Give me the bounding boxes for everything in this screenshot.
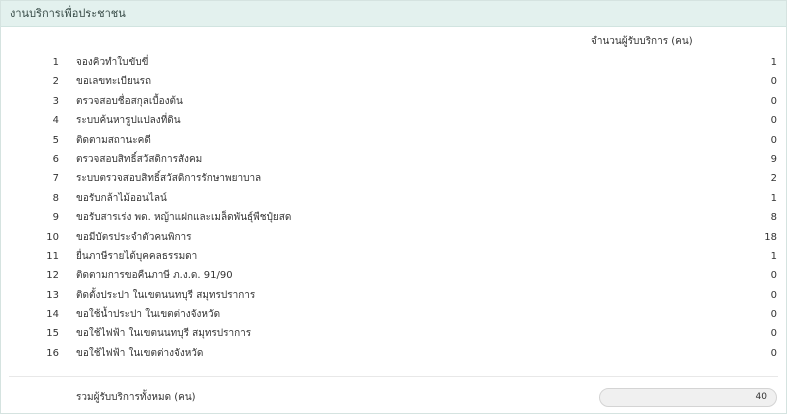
service-count: 1 [770,57,777,68]
row-number: 14 [46,309,59,321]
service-name: ติดตามสถานะคดี [76,134,151,146]
service-name: ติดตั้งประปา ในเขตนนทบุรี สมุทรปราการ [76,289,256,301]
row-number: 10 [46,231,59,243]
service-row: 8 ขอรับกล้าไม้ออนไลน์ 1 [1,192,788,211]
service-name: ขอใช้ไฟฟ้า ในเขตนนทบุรี สมุทรปราการ [76,328,252,340]
row-number: 13 [46,289,59,301]
service-count: 1 [770,192,777,204]
total-value: 40 [755,392,767,402]
service-name: ติดตามการขอคืนภาษี ภ.ง.ด. 91/90 [76,270,233,282]
row-number: 7 [52,173,59,185]
service-count: 0 [770,328,777,340]
service-count: 0 [770,76,777,88]
service-count: 0 [770,134,777,146]
service-name: จองคิวทำใบขับขี่ [76,57,149,68]
service-name: ขอรับกล้าไม้ออนไลน์ [76,192,167,204]
row-number: 4 [52,115,59,127]
panel-title: งานบริการเพื่อประชาชน [10,7,126,20]
service-name: ยื่นภาษีรายได้บุคคลธรรมดา [76,250,198,262]
service-count: 0 [770,309,777,321]
row-number: 2 [52,76,59,88]
service-name: ระบบตรวจสอบสิทธิ์สวัสดิการรักษาพยาบาล [76,173,262,185]
total-label: รวมผู้รับบริการทั้งหมด (คน) [76,392,196,403]
service-row: 12 ติดตามการขอคืนภาษี ภ.ง.ด. 91/90 0 [1,269,788,288]
row-number: 3 [52,95,59,107]
row-number: 16 [46,347,59,359]
service-name: ตรวจสอบชื่อสกุลเบื้องต้น [76,95,183,107]
service-count: 0 [770,115,777,127]
service-row: 3 ตรวจสอบชื่อสกุลเบื้องต้น 0 [1,95,788,114]
row-number: 5 [52,134,59,146]
service-list: 1 จองคิวทำใบขับขี่ 1 2 ขอเลขทะเบียนรถ 0 3 ตรวจส… [1,56,788,366]
total-value-field: 40 [599,388,777,407]
service-name: ตรวจสอบสิทธิ์สวัสดิการสังคม [76,153,203,165]
row-number: 15 [46,328,59,340]
service-row: 5 ติดตามสถานะคดี 0 [1,134,788,153]
service-name: ขอใช้ไฟฟ้า ในเขตต่างจังหวัด [76,347,204,359]
service-count: 9 [770,153,777,165]
panel-header: งานบริการเพื่อประชาชน [1,1,786,27]
service-row: 7 ระบบตรวจสอบสิทธิ์สวัสดิการรักษาพยาบาล 2 [1,172,788,191]
service-name: ขอเลขทะเบียนรถ [76,76,152,88]
service-row: 2 ขอเลขทะเบียนรถ 0 [1,75,788,94]
service-row: 4 ระบบค้นหารูปแปลงที่ดิน 0 [1,114,788,133]
row-number: 8 [52,192,59,204]
service-panel: งานบริการเพื่อประชาชน จำนวนผู้รับบริการ … [0,0,787,414]
divider [9,376,778,377]
service-row: 16 ขอใช้ไฟฟ้า ในเขตต่างจังหวัด 0 [1,347,788,366]
service-row: 10 ขอมีบัตรประจำตัวคนพิการ 18 [1,231,788,250]
row-number: 11 [46,250,59,262]
service-count: 0 [770,95,777,107]
service-row: 14 ขอใช้น้ำประปา ในเขตต่างจังหวัด 0 [1,308,788,327]
service-count: 0 [770,270,777,282]
service-row: 11 ยื่นภาษีรายได้บุคคลธรรมดา 1 [1,250,788,269]
service-row: 15 ขอใช้ไฟฟ้า ในเขตนนทบุรี สมุทรปราการ 0 [1,327,788,346]
service-row: 13 ติดตั้งประปา ในเขตนนทบุรี สมุทรปราการ 0 [1,289,788,308]
count-column-header: จำนวนผู้รับบริการ (คน) [591,36,693,47]
service-count: 8 [770,212,777,224]
service-name: ระบบค้นหารูปแปลงที่ดิน [76,115,181,127]
service-count: 0 [770,347,777,359]
service-row: 1 จองคิวทำใบขับขี่ 1 [1,56,788,75]
service-name: ขอมีบัตรประจำตัวคนพิการ [76,231,192,243]
row-number: 1 [52,57,59,68]
service-row: 6 ตรวจสอบสิทธิ์สวัสดิการสังคม 9 [1,153,788,172]
row-number: 9 [52,212,59,224]
service-name: ขอใช้น้ำประปา ในเขตต่างจังหวัด [76,309,221,321]
service-count: 0 [770,289,777,301]
service-count: 18 [764,231,777,243]
service-name: ขอรับสารเร่ง พด. หญ้าแฝกและเมล็ดพันธุ์พื… [76,212,292,224]
row-number: 6 [52,153,59,165]
row-number: 12 [46,270,59,282]
service-row: 9 ขอรับสารเร่ง พด. หญ้าแฝกและเมล็ดพันธุ์พ… [1,211,788,230]
service-count: 1 [770,250,777,262]
service-count: 2 [770,173,777,185]
